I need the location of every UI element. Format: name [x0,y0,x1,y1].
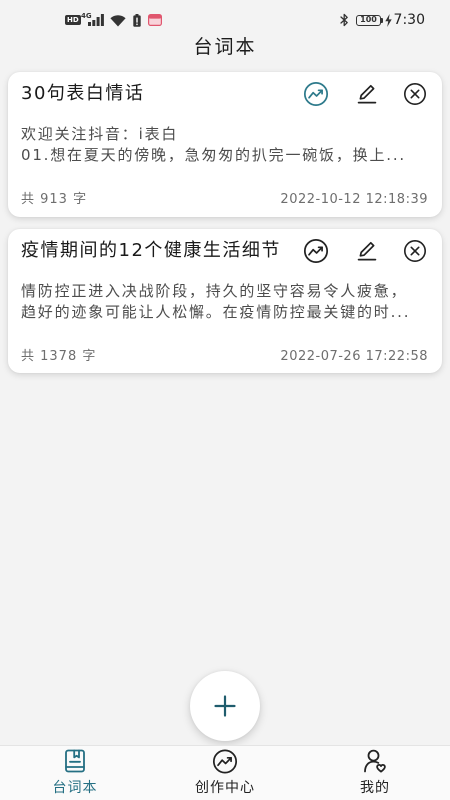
preview-line: 情防控正进入决战阶段，持久的坚守容易令人疲惫， [21,282,408,300]
tab-profile[interactable]: 我的 [300,746,450,800]
wifi-icon [110,15,126,27]
analyze-button[interactable] [303,238,329,264]
bottom-nav: 台词本 创作中心 我的 [0,745,450,800]
word-count: 共 1378 字 [21,349,97,364]
tab-label: 我的 [360,780,390,796]
battery-alert-icon [133,14,141,27]
preview-line: 01.想在夏天的傍晚，急匆匆的扒完一碗饭，换上... [21,146,406,164]
tab-script-book[interactable]: 台词本 [0,746,150,800]
edit-button[interactable] [355,82,379,106]
close-circle-icon [404,240,426,262]
battery-icon: 100 [356,15,381,26]
signal-icon [88,14,104,26]
card-title: 30句表白情话 [21,83,145,104]
card-date: 2022-07-26 17:22:58 [280,349,428,364]
trend-icon [303,238,329,264]
script-book-icon [62,748,88,774]
profile-heart-icon [362,748,388,774]
card-footer: 共 913 字 2022-10-12 12:18:39 [21,191,428,209]
card-preview: 欢迎关注抖音：i表白 01.想在夏天的傍晚，急匆匆的扒完一碗饭，换上... [21,124,430,166]
preview-line: 欢迎关注抖音：i表白 [21,125,179,143]
delete-button[interactable] [403,82,427,106]
add-script-button[interactable] [190,671,260,741]
card-preview: 情防控正进入决战阶段，持久的坚守容易令人疲惫， 趋好的迹象可能让人松懈。在疫情防… [21,281,430,323]
script-card[interactable]: 30句表白情话 欢迎关注抖音：i表白 01.想在夏天的傍晚，急匆匆的扒完一碗饭，… [8,72,442,217]
hd-badge: HD [65,15,81,25]
preview-line: 趋好的迹象可能让人松懈。在疫情防控最关键的时... [21,303,411,321]
tab-label: 创作中心 [195,780,255,796]
card-footer: 共 1378 字 2022-07-26 17:22:58 [21,348,428,366]
tab-label: 台词本 [52,780,98,796]
card-date: 2022-10-12 12:18:39 [280,192,428,207]
analyze-button[interactable] [303,81,329,107]
trend-icon [303,81,329,107]
tab-creation-center[interactable]: 创作中心 [150,746,300,800]
pencil-icon [357,84,377,104]
pencil-icon [357,241,377,261]
battery-nub [381,18,383,23]
bluetooth-icon [340,13,348,27]
status-time: 7:30 [393,12,425,28]
script-card[interactable]: 疫情期间的12个健康生活细节 情防控正进入决战阶段，持久的坚守容易令人疲惫， 趋… [8,229,442,373]
creation-trend-icon [212,748,238,774]
close-circle-icon [404,83,426,105]
card-title: 疫情期间的12个健康生活细节 [21,240,281,261]
notification-icon [148,14,162,26]
status-bar: HD 4G 100 7:30 [0,0,450,40]
page-title: 台词本 [193,36,257,58]
charging-icon [385,14,392,27]
word-count: 共 913 字 [21,192,88,207]
plus-icon [214,695,236,717]
edit-button[interactable] [355,239,379,263]
delete-button[interactable] [403,239,427,263]
